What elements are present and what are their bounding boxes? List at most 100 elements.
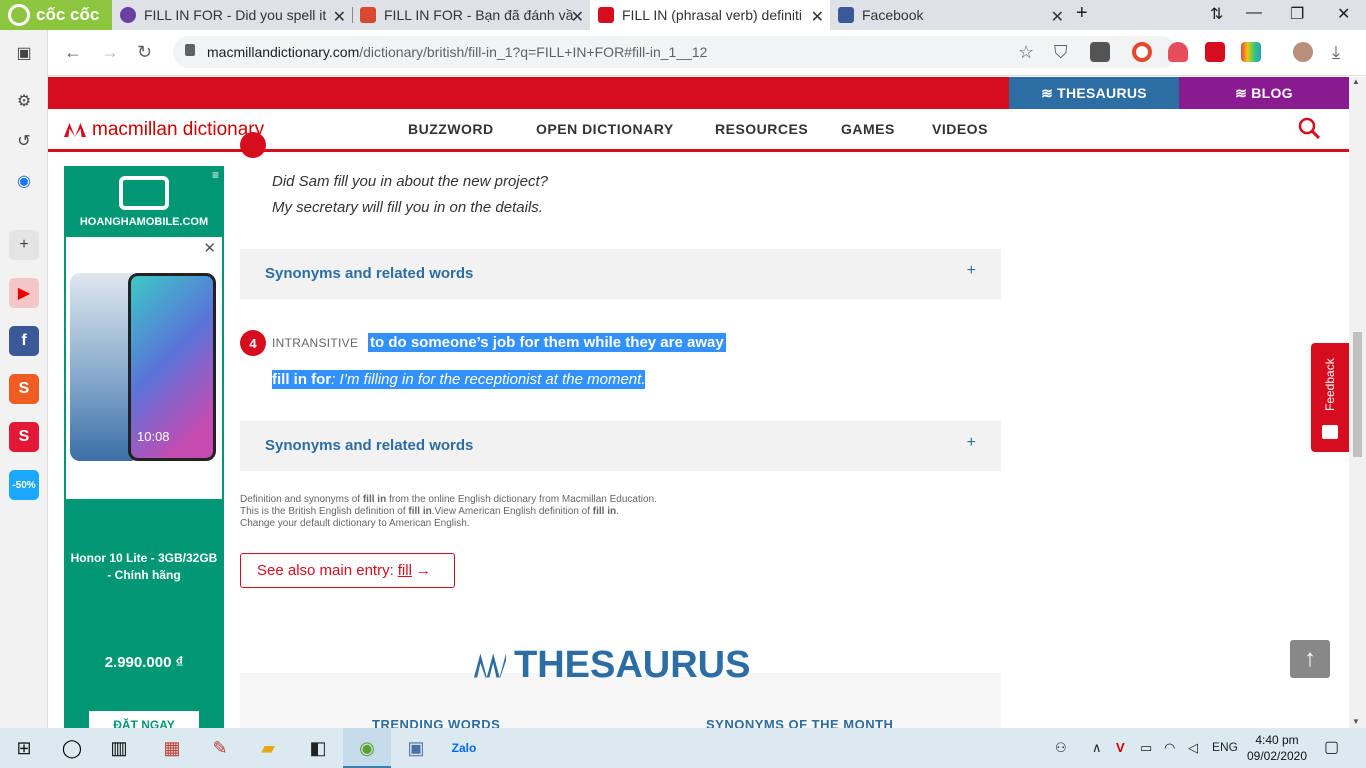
grammar-label: INTRANSITIVE	[272, 336, 359, 350]
top-red-bar: ≋ THESAURUS ≋ BLOG	[48, 77, 1349, 109]
windows-start-icon[interactable]: ⊞	[12, 736, 36, 760]
trending-words-heading[interactable]: TRENDING WORDS	[372, 717, 500, 728]
coccoc-extension-icon[interactable]	[1132, 42, 1152, 62]
downloads-icon[interactable]: ⤓	[1332, 42, 1340, 63]
facebook-favicon-icon	[838, 7, 854, 23]
ad-order-button[interactable]: ĐẶT NGAY	[89, 711, 199, 728]
volume-icon[interactable]: ◁	[1188, 740, 1198, 756]
close-icon[interactable]: ✕	[203, 239, 216, 257]
close-icon[interactable]: ✕	[571, 7, 584, 27]
nav-videos[interactable]: VIDEOS	[932, 121, 988, 137]
language-indicator[interactable]: ENG	[1212, 740, 1238, 754]
add-app-icon[interactable]: +	[9, 230, 39, 260]
tab-favicon-icon	[120, 7, 136, 23]
reload-icon[interactable]: ↻	[137, 42, 152, 63]
synonyms-accordion-3[interactable]: Synonyms and related words +	[240, 249, 1001, 299]
close-window-icon[interactable]: ✕	[1337, 4, 1350, 24]
tab-4[interactable]: Facebook ✕	[830, 0, 1070, 30]
clock-date: 09/02/2020	[1246, 749, 1308, 763]
tab-title: FILL IN FOR - Bạn đã đánh vầ	[384, 7, 574, 23]
download-icon[interactable]	[1090, 42, 1110, 62]
new-tab-icon[interactable]: +	[1076, 2, 1088, 25]
app-pinned-icon[interactable]: ▦	[160, 736, 184, 760]
search-icon[interactable]	[1298, 117, 1320, 139]
back-icon[interactable]: ←	[64, 42, 82, 63]
advertisement[interactable]: ≡ HOANGHAMOBILE.COM ✕ 10:08 Honor 10 Lit…	[64, 166, 224, 728]
adblock-shield-icon[interactable]	[1168, 42, 1188, 62]
search-circle-icon[interactable]: ◯	[60, 736, 84, 760]
tab-1[interactable]: FILL IN FOR - Did you spell it ✕	[112, 0, 352, 30]
close-icon[interactable]: ✕	[1051, 7, 1064, 27]
close-icon[interactable]: ✕	[811, 7, 824, 27]
tiki-icon[interactable]: -50%	[9, 470, 39, 500]
see-also-button[interactable]: See also main entry: fill →	[240, 553, 455, 588]
american-definition-link[interactable]: .View American English definition of	[432, 506, 593, 517]
tab-3-active[interactable]: FILL IN (phrasal verb) definiti ✕	[590, 0, 830, 30]
wifi-icon[interactable]: ◠	[1164, 740, 1175, 756]
phrase-text: fill in for	[272, 371, 332, 388]
maximize-icon[interactable]: ❐	[1290, 4, 1304, 24]
expand-plus-icon[interactable]: +	[967, 262, 976, 280]
file-explorer-icon[interactable]: ▰	[256, 736, 280, 760]
shopee-icon[interactable]: S	[9, 374, 39, 404]
tray-chevron-up-icon[interactable]: ∧	[1092, 740, 1102, 756]
feedback-smiley-icon	[1322, 425, 1338, 439]
scroll-up-icon[interactable]: ▲	[1352, 77, 1360, 86]
coccoc-logo-icon	[8, 4, 30, 26]
macmillan-logo[interactable]: macmillan dictionary	[64, 119, 264, 141]
see-also-link[interactable]: fill	[398, 562, 412, 579]
sidebar-toggle-icon[interactable]: ▣	[9, 38, 39, 68]
thesaurus-top-link[interactable]: ≋ THESAURUS	[1009, 77, 1179, 109]
page-scrollbar[interactable]: ▲ ▼	[1349, 77, 1366, 728]
windows-taskbar: ⊞ ◯ ▥ ▦ ✎ ▰ ◧ ◉ ▣ Zalo ⚇ ∧ V ▭ ◠ ◁ ENG 4…	[0, 728, 1366, 768]
forward-icon[interactable]: →	[101, 42, 119, 63]
sticky-notes-icon[interactable]: ◧	[306, 736, 330, 760]
youtube-icon[interactable]: ▶	[9, 278, 39, 308]
tab-strip: cốc cốc FILL IN FOR - Did you spell it ✕…	[0, 0, 1366, 30]
nav-buzzword[interactable]: BUZZWORD	[408, 121, 494, 137]
scroll-to-top-button[interactable]: ↑	[1290, 640, 1330, 678]
sense-number-badge: 4	[240, 330, 266, 356]
coccoc-taskbar-icon[interactable]: ◉	[355, 736, 379, 760]
scrollbar-thumb[interactable]	[1353, 332, 1362, 457]
browser-brand[interactable]: cốc cốc	[0, 0, 112, 30]
battery-icon[interactable]: ▭	[1140, 740, 1152, 756]
unikey-icon[interactable]: V	[1116, 740, 1125, 755]
synonyms-of-month-heading[interactable]: SYNONYMS OF THE MONTH	[706, 717, 893, 728]
people-icon[interactable]: ⚇	[1055, 740, 1067, 756]
shield-icon[interactable]: ⛉	[1054, 42, 1068, 63]
tab-2[interactable]: FILL IN FOR - Bạn đã đánh vầ ✕	[352, 0, 590, 30]
blog-top-link[interactable]: ≋ BLOG	[1179, 77, 1349, 109]
bookmark-star-icon[interactable]: ☆	[1018, 42, 1034, 63]
lock-icon	[185, 44, 195, 56]
expand-plus-icon[interactable]: +	[967, 434, 976, 452]
thesaurus-logo-icon	[474, 653, 506, 678]
avatar[interactable]	[1293, 42, 1313, 62]
clock[interactable]: 4:40 pm 09/02/2020	[1242, 732, 1312, 764]
zalo-icon[interactable]: Zalo	[452, 736, 477, 760]
nav-games[interactable]: GAMES	[841, 121, 895, 137]
paint-icon[interactable]: ✎	[208, 736, 232, 760]
nav-resources[interactable]: RESOURCES	[715, 121, 808, 137]
color-extension-icon[interactable]	[1241, 42, 1261, 62]
synonyms-accordion-4[interactable]: Synonyms and related words +	[240, 421, 1001, 471]
definition-footnote: Definition and synonyms of fill in from …	[240, 494, 657, 530]
messenger-icon[interactable]: ◉	[9, 166, 39, 196]
facebook-icon[interactable]: f	[9, 326, 39, 356]
scroll-down-icon[interactable]: ▼	[1352, 717, 1360, 726]
red-extension-icon[interactable]	[1205, 42, 1225, 62]
feedback-tab[interactable]: Feedback	[1311, 343, 1349, 452]
settings-gear-icon[interactable]: ⚙	[9, 86, 39, 116]
minimize-icon[interactable]: —	[1246, 4, 1262, 22]
app-taskbar-icon[interactable]: ▣	[404, 736, 428, 760]
notifications-icon[interactable]: ▢	[1324, 737, 1339, 757]
nav-open-dictionary[interactable]: OPEN DICTIONARY	[536, 121, 674, 137]
browser-toolbar: ← → ↻ macmillandictionary.com/dictionary…	[48, 30, 1366, 76]
change-dictionary-link[interactable]: Change your default dictionary to Americ…	[240, 518, 657, 530]
task-view-icon[interactable]: ▥	[107, 736, 131, 760]
history-icon[interactable]: ↺	[9, 126, 39, 156]
tab-search-icon[interactable]: ⇅	[1210, 4, 1223, 24]
sendo-icon[interactable]: S	[9, 422, 39, 452]
close-icon[interactable]: ✕	[333, 7, 346, 27]
synonyms-label: Synonyms and related words	[265, 265, 474, 282]
